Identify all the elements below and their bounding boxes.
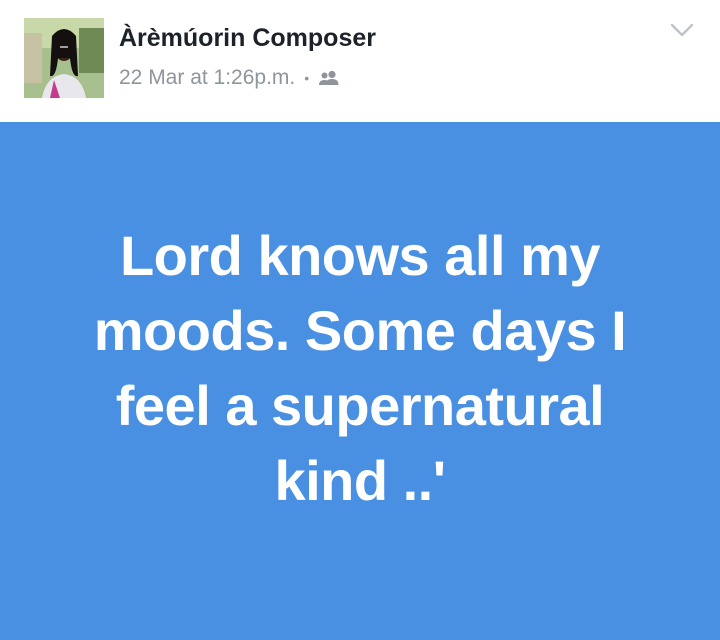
avatar[interactable] xyxy=(24,18,104,98)
friends-icon[interactable] xyxy=(317,70,341,86)
chevron-down-icon[interactable] xyxy=(670,22,694,38)
post-timestamp[interactable]: 22 Mar at 1:26p.m. xyxy=(119,66,295,90)
post: Àrèmúorin Composer 22 Mar at 1:26p.m. • … xyxy=(0,0,720,640)
status-text: Lord knows all my moods. Some days I fee… xyxy=(93,224,627,512)
profile-photo xyxy=(24,18,104,98)
status-card: Lord knows all my moods. Some days I fee… xyxy=(0,122,720,640)
meta-separator: • xyxy=(304,70,310,86)
post-meta: 22 Mar at 1:26p.m. • xyxy=(119,66,341,90)
post-header: Àrèmúorin Composer 22 Mar at 1:26p.m. • xyxy=(0,0,720,122)
author-name[interactable]: Àrèmúorin Composer xyxy=(119,24,376,53)
